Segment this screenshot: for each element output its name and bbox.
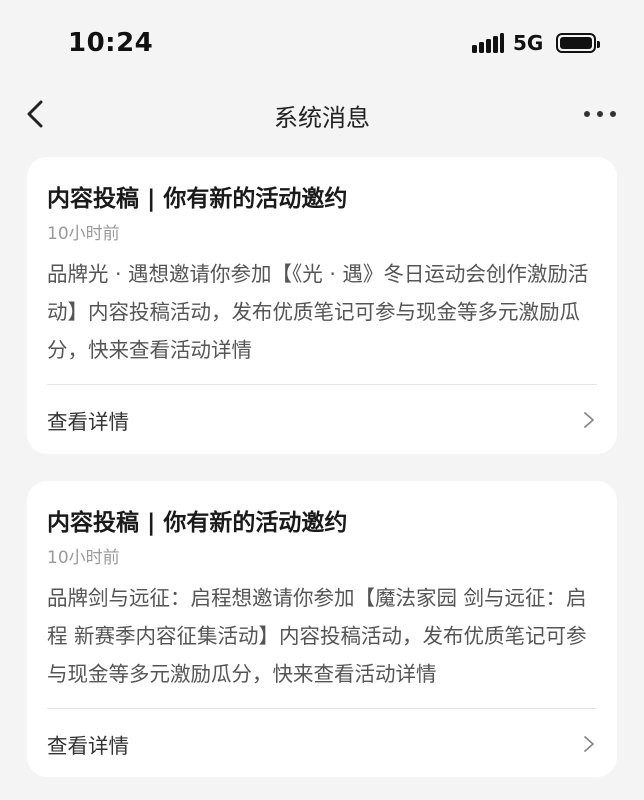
chevron-right-icon [584,736,594,752]
message-timestamp: 10小时前 [47,548,120,568]
page-title: 系统消息 [274,104,370,132]
system-messages-screen: 10:24 5G 系统消息 内容投稿 | 你有新的活动邀约 10小时前 品牌光 … [0,0,644,800]
status-bar: 10:24 5G [0,0,644,86]
view-details-button[interactable]: 查看详情 [27,709,617,777]
message-title: 内容投稿 | 你有新的活动邀约 [47,510,348,536]
message-card[interactable]: 内容投稿 | 你有新的活动邀约 10小时前 品牌光 · 遇想邀请你参加【《光 ·… [27,157,617,454]
message-body: 品牌光 · 遇想邀请你参加【《光 · 遇》冬日运动会创作激励活动】内容投稿活动，… [47,262,589,362]
view-details-button[interactable]: 查看详情 [27,385,617,453]
network-label: 5G [513,31,544,55]
message-card[interactable]: 内容投稿 | 你有新的活动邀约 10小时前 品牌剑与远征：启程想邀请你参加【魔法… [27,481,617,777]
battery-icon [556,33,600,53]
view-details-label: 查看详情 [47,734,129,758]
message-timestamp: 10小时前 [47,224,120,244]
message-title: 内容投稿 | 你有新的活动邀约 [47,186,348,212]
status-time: 10:24 [68,28,154,58]
view-details-label: 查看详情 [47,410,129,434]
signal-icon [472,33,504,53]
more-dots-icon [584,111,590,117]
more-button[interactable] [584,108,616,120]
nav-bar: 系统消息 [0,86,644,146]
chevron-right-icon [584,412,594,428]
message-body: 品牌剑与远征：启程想邀请你参加【魔法家园 剑与远征：启程 新赛季内容征集活动】内… [47,586,587,686]
